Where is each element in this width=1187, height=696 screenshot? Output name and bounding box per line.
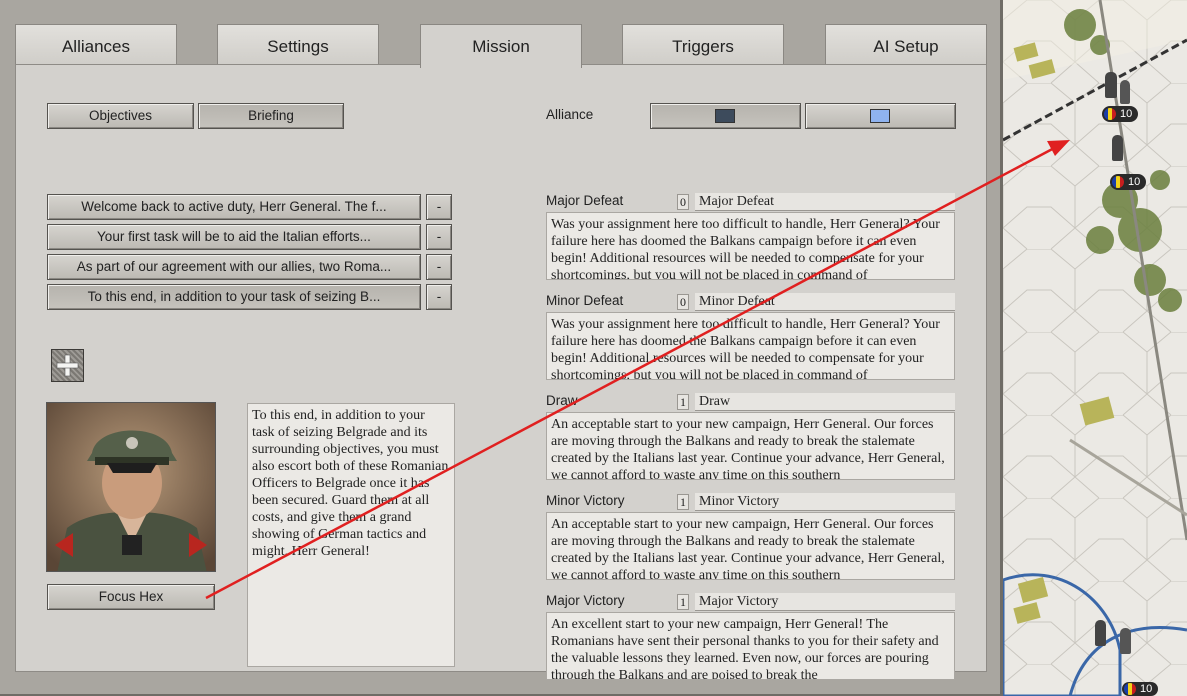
scenario-editor-panel: Alliances Settings Mission Triggers AI S… [0, 0, 1003, 696]
remove-briefing-button[interactable]: - [426, 224, 452, 250]
outcome-name-field[interactable]: Draw [695, 393, 955, 411]
outcome-message-text[interactable]: An excellent start to your new campaign,… [546, 612, 955, 680]
outcome-value-field[interactable]: 1 [677, 394, 689, 410]
unit-counter[interactable]: 10 [1110, 174, 1146, 190]
briefing-item[interactable]: As part of our agreement with our allies… [47, 254, 421, 280]
outcome-label: Minor Victory [546, 493, 625, 508]
outcome-label: Draw [546, 393, 578, 408]
romanian-flag-icon [1124, 683, 1136, 695]
alliance-label: Alliance [546, 107, 594, 122]
outcome-name-field[interactable]: Major Defeat [695, 193, 955, 211]
remove-briefing-button[interactable]: - [426, 194, 452, 220]
briefing-button[interactable]: Briefing [198, 103, 344, 129]
alliance-2-button[interactable] [805, 103, 956, 129]
alliance-color-swatch [715, 109, 735, 123]
unit-counter[interactable]: 10 [1102, 106, 1138, 122]
tab-mission[interactable]: Mission [420, 24, 582, 68]
soldier-icon [1120, 628, 1131, 654]
tab-ai-setup[interactable]: AI Setup [825, 24, 987, 66]
romanian-flag-icon [1112, 176, 1124, 188]
outcome-value-field[interactable]: 0 [677, 194, 689, 210]
outcome-message-text[interactable]: An acceptable start to your new campaign… [546, 512, 955, 580]
unit-strength: 10 [1120, 108, 1133, 120]
remove-briefing-button[interactable]: - [426, 254, 452, 280]
officer-portrait [46, 402, 216, 572]
outcome-label: Minor Defeat [546, 293, 624, 308]
briefing-text[interactable]: To this end, in addition to your task of… [247, 403, 455, 667]
soldier-icon [1112, 135, 1123, 161]
unit-counter[interactable]: 10 [1122, 682, 1158, 696]
focus-hex-button[interactable]: Focus Hex [47, 584, 215, 610]
soldier-icon [1095, 620, 1106, 646]
previous-portrait-icon[interactable] [55, 533, 73, 557]
briefing-item[interactable]: Your first task will be to aid the Itali… [47, 224, 421, 250]
outcome-label: Major Victory [546, 593, 625, 608]
tab-alliances[interactable]: Alliances [15, 24, 177, 66]
unit-strength: 10 [1128, 176, 1141, 188]
romanian-flag-icon [1104, 108, 1116, 120]
tab-settings[interactable]: Settings [217, 24, 379, 66]
outcome-label: Major Defeat [546, 193, 624, 208]
outcome-name-field[interactable]: Major Victory [695, 593, 955, 611]
outcome-value-field[interactable]: 0 [677, 294, 689, 310]
alliance-color-swatch [870, 109, 890, 123]
briefing-item[interactable]: To this end, in addition to your task of… [47, 284, 421, 310]
briefing-item[interactable]: Welcome back to active duty, Herr Genera… [47, 194, 421, 220]
outcome-message-text[interactable]: Was your assignment here too difficult t… [546, 312, 955, 380]
outcome-value-field[interactable]: 1 [677, 494, 689, 510]
add-briefing-button[interactable] [51, 349, 84, 382]
outcome-message-text[interactable]: Was your assignment here too difficult t… [546, 212, 955, 280]
outcome-value-field[interactable]: 1 [677, 594, 689, 610]
remove-briefing-button[interactable]: - [426, 284, 452, 310]
objectives-button[interactable]: Objectives [47, 103, 194, 129]
outcome-message-text[interactable]: An acceptable start to your new campaign… [546, 412, 955, 480]
alliance-1-button[interactable] [650, 103, 801, 129]
plus-icon [56, 354, 79, 377]
soldier-icon [1105, 72, 1117, 98]
outcome-name-field[interactable]: Minor Victory [695, 493, 955, 511]
unit-strength: 10 [1140, 683, 1153, 695]
tab-triggers[interactable]: Triggers [622, 24, 784, 66]
outcome-name-field[interactable]: Minor Defeat [695, 293, 955, 311]
next-portrait-icon[interactable] [189, 533, 207, 557]
soldier-icon [1120, 80, 1130, 104]
